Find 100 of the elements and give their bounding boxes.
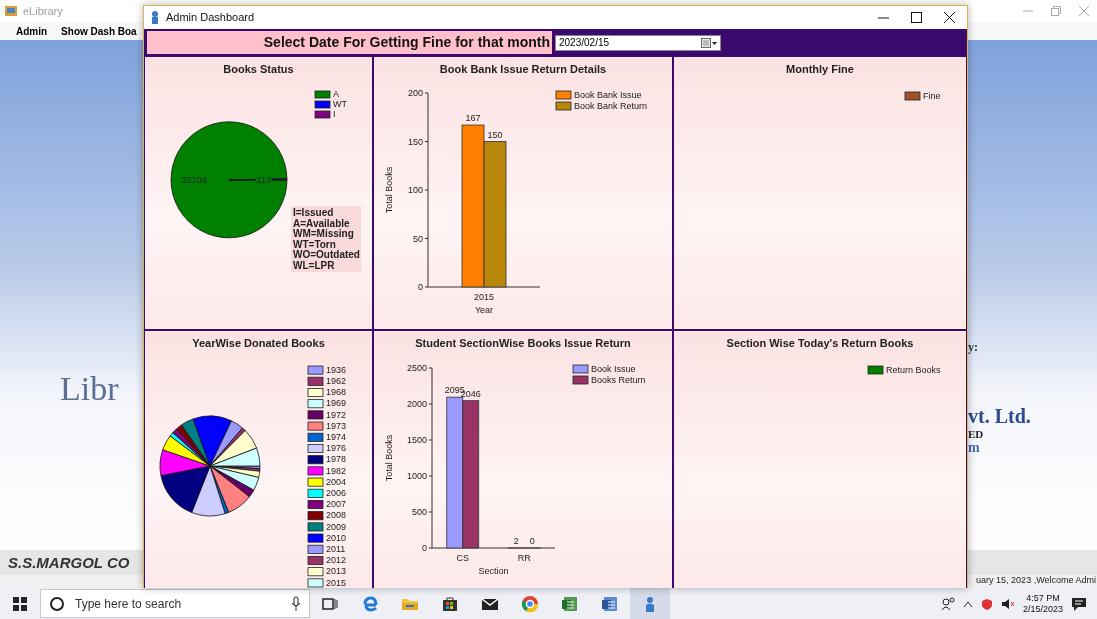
legend-label: 1976: [326, 443, 347, 454]
axis-tick-label: 1500: [406, 435, 427, 445]
data-label: 167: [465, 113, 481, 123]
chart-title: Monthly Fine: [785, 62, 855, 77]
speaker-icon[interactable]: [1000, 597, 1015, 610]
legend-label: 2009: [326, 521, 347, 532]
people-icon[interactable]: [940, 596, 955, 611]
axis-title: Total Books: [384, 434, 394, 482]
axis-tick-label: 100: [407, 185, 423, 195]
search-input[interactable]: Type here to search: [73, 595, 283, 612]
legend-label: I: [333, 108, 336, 119]
background-text: vt. Ltd.: [968, 405, 1031, 428]
axis-tick-label: 50: [413, 233, 423, 244]
background-text: m: [968, 440, 980, 456]
caret-up-icon[interactable]: [962, 599, 973, 608]
browser-icon[interactable]: [361, 594, 379, 613]
legend-label: 1936: [326, 364, 347, 375]
data-label: 150: [487, 129, 503, 140]
legend-label: 2010: [326, 532, 347, 543]
axis-tick-label: 2015: [474, 292, 494, 302]
chart-title: Books Status: [222, 62, 295, 77]
legend-label: A: [333, 88, 339, 99]
data-label: 0: [529, 536, 535, 546]
legend-note: A=Available: [293, 217, 350, 229]
axis-tick-label: 150: [407, 136, 423, 147]
axis-title: Section: [478, 566, 509, 576]
close-icon[interactable]: [944, 11, 955, 23]
legend-note: WO=Outdated: [293, 249, 360, 260]
legend-swatch: [572, 375, 589, 385]
legend-label: WT: [333, 98, 347, 109]
legend-swatch: [555, 101, 572, 111]
legend-label: 1962: [326, 375, 347, 386]
date-label: Select Date For Getting Fine for that month: [147, 31, 552, 55]
spreadsheet-icon[interactable]: [561, 594, 579, 613]
search-field[interactable]: Type here to search: [40, 589, 310, 618]
axis-tick-label: 0: [422, 543, 427, 553]
axis-tick-label: 1000: [406, 471, 427, 481]
microphone-icon[interactable]: [291, 595, 301, 612]
maximize-icon[interactable]: [911, 11, 922, 23]
axis-tick-label: 0: [418, 282, 423, 292]
app-icon: [4, 5, 18, 17]
chart-title: YearWise Donated Books: [191, 336, 326, 351]
chart-title: Book Bank Issue Return Details: [438, 62, 608, 77]
axis-tick-label: RR: [517, 553, 531, 563]
legend-label: 1978: [326, 454, 347, 465]
axis-tick-label: 200: [407, 88, 423, 98]
legend-swatch: [314, 110, 331, 119]
menu-item[interactable]: Show Dash Boa: [61, 25, 137, 37]
legend-label: 2006: [326, 487, 347, 498]
chart-title: Student SectionWise Books Issue Return: [414, 336, 632, 351]
legend-label: Books Return: [591, 374, 646, 385]
axis-tick-label: 2000: [406, 399, 427, 409]
chart-title: Section Wise Today's Return Books: [725, 336, 915, 351]
data-label: 32104: [181, 175, 207, 186]
legend-label: Book Bank Return: [574, 100, 648, 111]
legend-swatch: [572, 364, 589, 374]
legend-label: 2013: [326, 566, 347, 577]
legend-label: 1974: [326, 431, 347, 442]
date-field[interactable]: 2023/02/15: [559, 37, 701, 49]
status-text: uary 15, 2023 ,Welcome Admi: [976, 575, 1096, 587]
background-text: Libr: [60, 370, 119, 407]
clock-time[interactable]: 4:57 PM: [1026, 592, 1060, 604]
legend-label: 1972: [326, 409, 347, 420]
legend-label: Book Issue: [591, 363, 636, 374]
legend-label: 2015: [326, 577, 347, 588]
background-text: y:: [968, 340, 978, 355]
window-title: eLibrary: [23, 5, 63, 17]
data-label: 2: [513, 535, 519, 546]
legend-label: 1982: [326, 465, 347, 476]
document-icon[interactable]: [601, 594, 619, 613]
legend-label: Book Bank Issue: [574, 89, 642, 100]
windows-start-icon[interactable]: [11, 594, 29, 613]
legend-label: 2004: [326, 476, 347, 487]
legend-label: 1973: [326, 420, 347, 431]
date-picker[interactable]: 2023/02/15: [555, 34, 721, 51]
legend-note: WT=Torn: [293, 238, 336, 250]
search-icon: [49, 595, 65, 612]
menu-item[interactable]: Admin: [16, 25, 48, 37]
legend-label: Fine: [923, 90, 941, 101]
legend-label: 2008: [326, 510, 347, 521]
notification-icon[interactable]: [1071, 595, 1087, 612]
legend-note: WM=Missing: [293, 228, 354, 239]
security-alert-icon[interactable]: [980, 597, 993, 610]
window-title: Admin Dashboard: [166, 11, 255, 24]
legend-label: 2007: [326, 499, 347, 510]
axis-title: Total Books: [384, 166, 394, 214]
chrome-icon[interactable]: [521, 594, 539, 613]
axis-tick-label: 2500: [406, 363, 427, 373]
app-icon: [150, 10, 160, 25]
notes-background: [291, 206, 361, 272]
legend-label: Return Books: [886, 364, 941, 375]
legend-swatch: [555, 90, 572, 100]
legend-note: WL=LPR: [293, 259, 335, 271]
legend-note: I=Issued: [293, 207, 334, 218]
store-icon[interactable]: [441, 594, 459, 613]
background-text: ED: [968, 428, 984, 440]
clock-date[interactable]: 2/15/2023: [1022, 603, 1063, 615]
legend-label: 1968: [326, 387, 347, 398]
legend-swatch: [314, 90, 331, 99]
calendar-dropdown-icon[interactable]: [701, 37, 717, 48]
